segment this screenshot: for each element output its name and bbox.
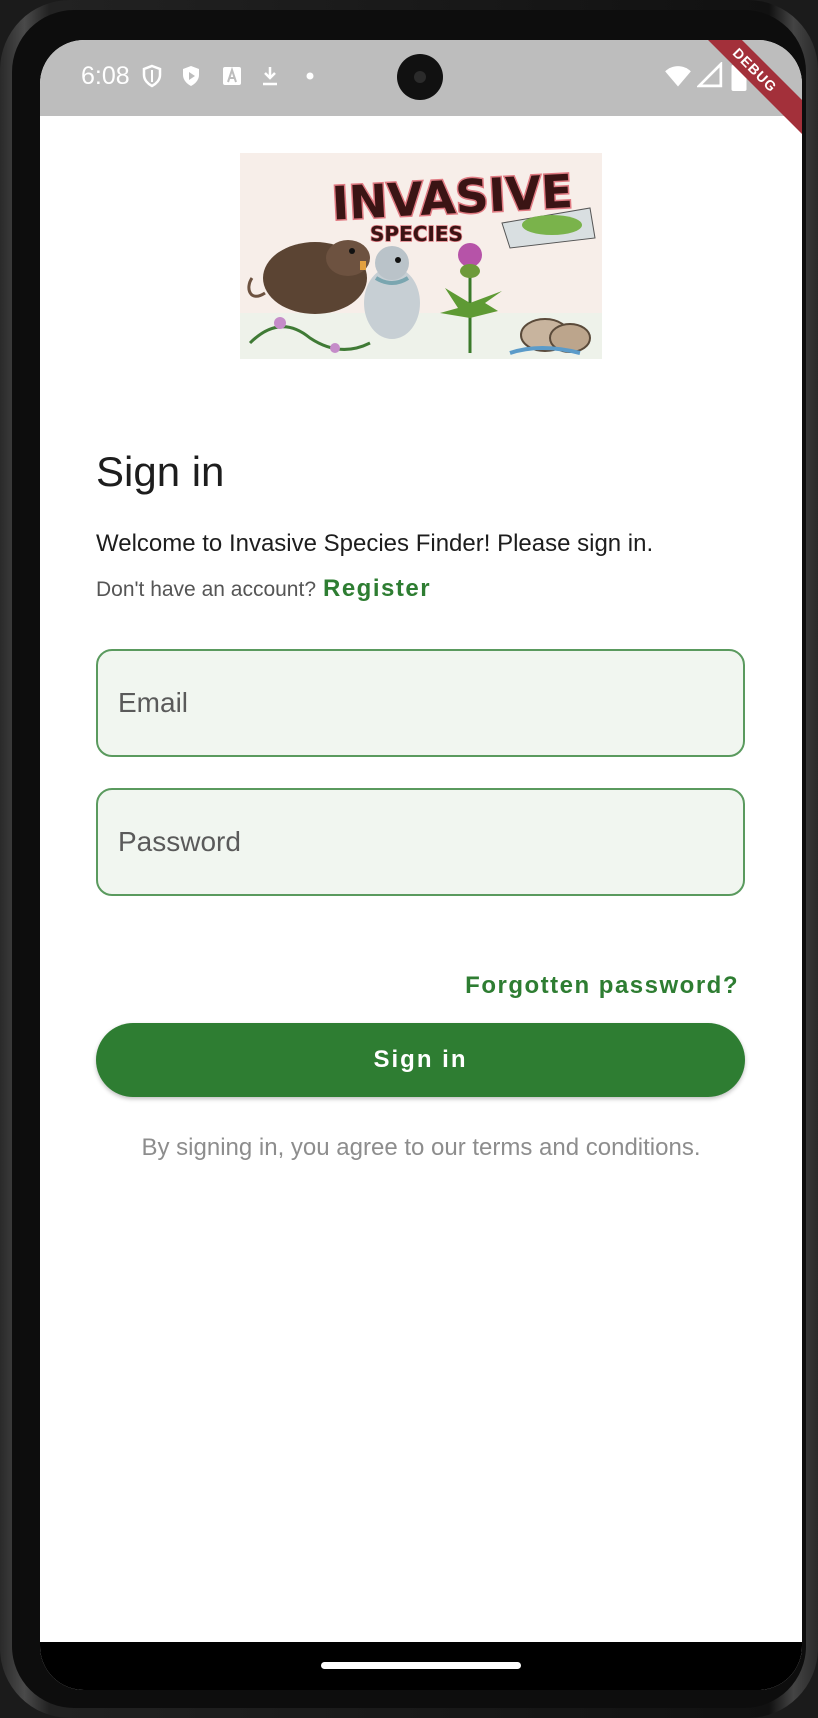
- play-shield-icon: [183, 66, 199, 86]
- register-link[interactable]: Register: [323, 575, 431, 603]
- front-camera: [397, 54, 443, 100]
- signal-icon: [697, 62, 723, 88]
- sign-in-button[interactable]: Sign in: [96, 1023, 745, 1097]
- svg-text:SPECIES: SPECIES: [370, 222, 463, 246]
- register-prompt: Don't have an account? Register: [96, 575, 431, 603]
- phone-frame: 6:08 DEBUG INVASIVE SPECIES Sign in Welc…: [0, 0, 818, 1718]
- welcome-text: Welcome to Invasive Species Finder! Plea…: [96, 530, 654, 557]
- status-bar: 6:08 DEBUG: [40, 40, 802, 139]
- page-title: Sign in: [96, 448, 225, 495]
- phone-bezel: 6:08 DEBUG INVASIVE SPECIES Sign in Welc…: [12, 10, 806, 1708]
- shield-icon: [142, 64, 162, 88]
- forgot-password-link[interactable]: Forgotten password?: [465, 972, 739, 1000]
- password-field[interactable]: [96, 788, 745, 896]
- invasive-species-logo: INVASIVE SPECIES: [240, 153, 602, 359]
- home-gesture-handle[interactable]: [321, 1662, 521, 1669]
- download-icon: [263, 67, 277, 86]
- status-time: 6:08: [81, 62, 130, 90]
- no-account-text: Don't have an account?: [96, 578, 316, 601]
- wifi-icon: [665, 66, 691, 87]
- email-field[interactable]: [96, 649, 745, 757]
- terms-text: By signing in, you agree to our terms an…: [141, 1134, 701, 1161]
- a-square-icon: [223, 66, 241, 85]
- navigation-bar: [40, 1642, 802, 1690]
- app-screen: 6:08 DEBUG INVASIVE SPECIES Sign in Welc…: [40, 40, 802, 1690]
- dot-icon: [306, 72, 314, 80]
